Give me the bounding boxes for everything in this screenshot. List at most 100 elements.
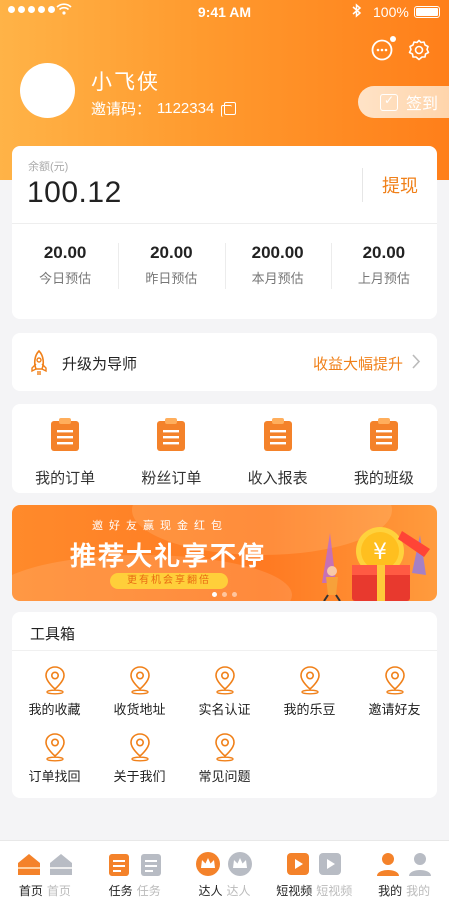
- tab-experts[interactable]: 达人 达人: [180, 841, 270, 900]
- tool-order-recovery[interactable]: 订单找回: [12, 732, 97, 785]
- stat-label: 本月预估: [251, 271, 304, 286]
- my-class-button[interactable]: 我的班级: [331, 404, 437, 493]
- home-icon: [49, 854, 72, 875]
- rocket-icon: [31, 349, 47, 375]
- order-label: 我的订单: [35, 470, 96, 487]
- carousel-dots[interactable]: [12, 592, 437, 597]
- location-pin-icon: [44, 666, 65, 695]
- tool-label: 我的收藏: [28, 702, 81, 717]
- tab-tasks[interactable]: 任务 任务: [90, 841, 180, 900]
- stat-value: 20.00: [362, 243, 406, 262]
- toolbox-title: 工具箱: [30, 626, 76, 643]
- stat-value: 200.00: [251, 243, 304, 262]
- tab-label: 我的: [378, 884, 403, 898]
- stat-this-month[interactable]: 200.00 本月预估: [224, 243, 331, 289]
- calendar-check-icon: [380, 93, 398, 111]
- location-pin-icon: [214, 733, 235, 762]
- tab-label: 任务: [136, 884, 161, 898]
- tab-label: 短视频: [276, 884, 313, 898]
- stat-label: 昨日预估: [145, 271, 198, 286]
- message-icon[interactable]: [370, 36, 396, 62]
- svg-text:¥: ¥: [373, 540, 387, 565]
- location-pin-icon: [129, 733, 150, 762]
- location-pin-icon: [384, 666, 405, 695]
- upgrade-mentor-row[interactable]: 升级为导师 收益大幅提升: [12, 333, 437, 391]
- tool-invite-friends[interactable]: 邀请好友: [352, 665, 437, 718]
- tool-about-us[interactable]: 关于我们: [97, 732, 182, 785]
- promo-banner[interactable]: 邀好友赢现金红包 推荐大礼享不停 更有机会享翻倍 ¥: [12, 505, 437, 601]
- bluetooth-icon: [352, 3, 362, 21]
- banner-title: 推荐大礼享不停: [70, 541, 267, 571]
- balance-label: 余额(元): [28, 161, 69, 173]
- tool-ledou[interactable]: 我的乐豆: [267, 665, 352, 718]
- tab-short-video[interactable]: 短视频 短视频: [269, 841, 359, 900]
- home-icon: [17, 854, 40, 875]
- gift-coin-illustration: ¥: [322, 527, 430, 601]
- fan-orders-button[interactable]: 粉丝订单: [118, 404, 224, 493]
- tool-label: 关于我们: [113, 769, 166, 784]
- stat-label: 上月预估: [357, 271, 410, 286]
- order-label: 粉丝订单: [141, 470, 202, 487]
- order-label: 我的班级: [353, 470, 414, 487]
- location-pin-icon: [44, 733, 65, 762]
- play-icon: [319, 853, 342, 875]
- tab-label: 我的: [406, 884, 431, 898]
- user-icon: [409, 853, 432, 876]
- tool-label: 实名认证: [198, 702, 251, 717]
- task-icon: [140, 854, 161, 876]
- divider: [12, 223, 437, 224]
- username: 小飞侠: [91, 71, 160, 94]
- my-orders-button[interactable]: 我的订单: [12, 404, 118, 493]
- location-pin-icon: [214, 666, 235, 695]
- toolbox-card: 工具箱 我的收藏 收货地址 实名认证 我的乐豆 邀请好友 订单找回 关于我们 常…: [12, 612, 437, 798]
- tab-label: 达人: [226, 884, 251, 898]
- notification-dot: [390, 36, 396, 42]
- tool-address[interactable]: 收货地址: [97, 665, 182, 718]
- chevron-right-icon: [412, 354, 421, 369]
- tool-faq[interactable]: 常见问题: [182, 732, 267, 785]
- clipboard-icon: [369, 418, 398, 451]
- invite-code: 1122334: [157, 100, 215, 117]
- task-icon: [108, 854, 129, 876]
- battery-percent: 100%: [373, 4, 409, 20]
- withdraw-button[interactable]: 提现: [382, 172, 418, 198]
- tool-favorites[interactable]: 我的收藏: [12, 665, 97, 718]
- stat-value: 20.00: [43, 243, 87, 262]
- stat-last-month[interactable]: 20.00 上月预估: [330, 243, 437, 289]
- balance-card: 余额(元) 100.12 提现 20.00 今日预估 20.00 昨日预估 20…: [12, 146, 437, 319]
- tool-label: 订单找回: [28, 769, 81, 784]
- stat-yesterday[interactable]: 20.00 昨日预估: [118, 243, 224, 289]
- settings-gear-icon[interactable]: [407, 38, 431, 62]
- banner-subtitle: 邀好友赢现金红包: [92, 520, 228, 532]
- income-report-button[interactable]: 收入报表: [225, 404, 331, 493]
- clipboard-icon: [263, 418, 292, 451]
- avatar[interactable]: [20, 63, 75, 118]
- copy-icon[interactable]: [221, 102, 237, 117]
- earnings-stats: 20.00 今日预估 20.00 昨日预估 200.00 本月预估 20.00 …: [12, 243, 437, 289]
- status-bar: 9:41 AM 100%: [0, 0, 449, 24]
- tab-label: 首页: [18, 884, 43, 898]
- bottom-tab-bar: 首页 首页 任务 任务 达人 达人 短视频 短视频 我的 我的: [0, 840, 449, 900]
- stat-today[interactable]: 20.00 今日预估: [12, 243, 118, 287]
- tool-verification[interactable]: 实名认证: [182, 665, 267, 718]
- stat-value: 20.00: [150, 243, 193, 262]
- clipboard-icon: [51, 418, 80, 451]
- signin-button[interactable]: 签到: [358, 86, 449, 118]
- crown-icon: [228, 852, 253, 876]
- crown-icon: [196, 852, 221, 876]
- tab-label: 首页: [46, 884, 71, 898]
- toolbox-grid: 我的收藏 收货地址 实名认证 我的乐豆 邀请好友 订单找回 关于我们 常见问题: [12, 665, 437, 785]
- stat-label: 今日预估: [39, 271, 92, 286]
- order-label: 收入报表: [247, 470, 308, 487]
- signin-label: 签到: [406, 96, 439, 113]
- location-pin-icon: [299, 666, 320, 695]
- tab-mine[interactable]: 我的 我的: [359, 841, 449, 900]
- upgrade-link[interactable]: 收益大幅提升: [313, 353, 403, 374]
- orders-card: 我的订单 粉丝订单 收入报表 我的班级: [12, 404, 437, 493]
- tab-home[interactable]: 首页 首页: [0, 841, 90, 900]
- tab-label: 任务: [108, 884, 133, 898]
- invite-label: 邀请码：: [91, 101, 152, 118]
- tab-label: 短视频: [316, 884, 353, 898]
- divider: [362, 168, 363, 202]
- location-pin-icon: [129, 666, 150, 695]
